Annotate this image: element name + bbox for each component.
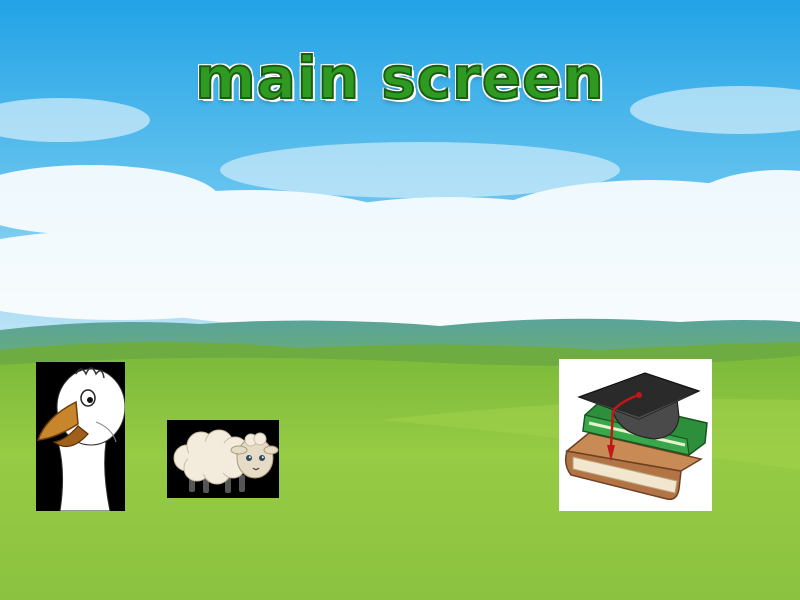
- sheep-icon: [167, 420, 279, 498]
- graduation-books-icon: [559, 359, 712, 511]
- goose-button[interactable]: [36, 362, 125, 511]
- main-screen: main screen: [0, 0, 800, 600]
- education-button[interactable]: [559, 359, 712, 511]
- sheep-button[interactable]: [167, 420, 279, 498]
- page-title: main screen: [194, 43, 605, 113]
- goose-icon: [36, 362, 125, 511]
